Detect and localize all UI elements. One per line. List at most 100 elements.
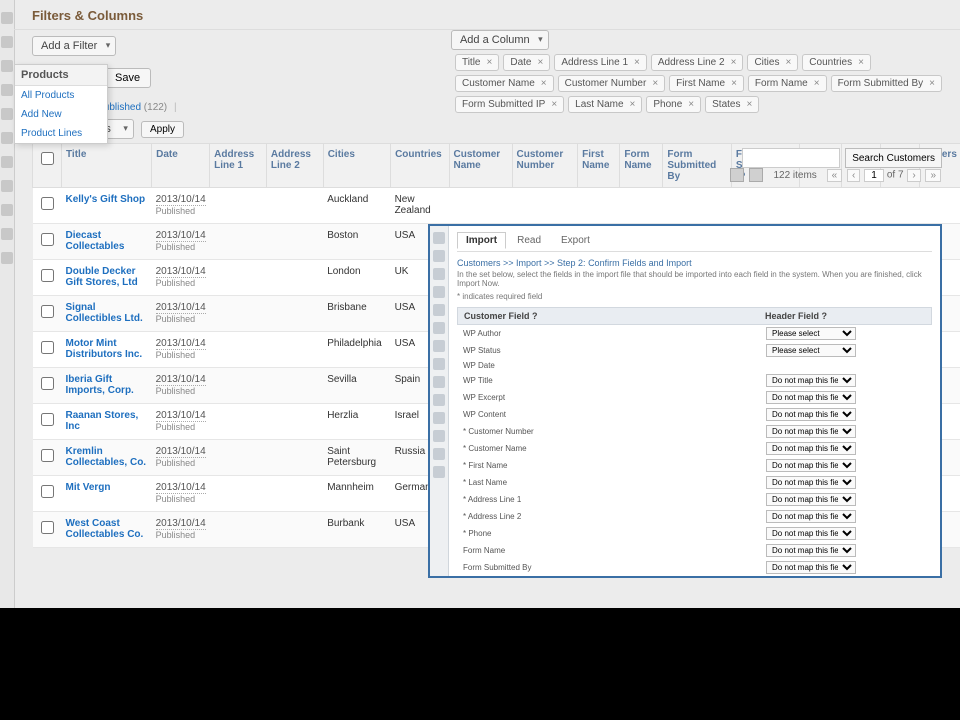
chip-remove-icon[interactable]: × — [487, 57, 493, 68]
field-map-select[interactable]: Do not map this field — [766, 561, 856, 574]
tool-icon[interactable] — [1, 180, 13, 192]
field-map-select[interactable]: Do not map this field — [766, 459, 856, 472]
row-checkbox[interactable] — [41, 197, 54, 210]
chip-remove-icon[interactable]: × — [688, 99, 694, 110]
dialog-tool-icon[interactable] — [433, 358, 445, 370]
dialog-tool-icon[interactable] — [433, 268, 445, 280]
pager-last[interactable]: » — [925, 169, 941, 182]
field-map-select[interactable]: Do not map this field — [766, 527, 856, 540]
pager-page-input[interactable] — [864, 169, 884, 182]
column-chip[interactable]: Phone× — [646, 96, 701, 113]
column-chip[interactable]: Cities× — [747, 54, 798, 71]
row-checkbox[interactable] — [41, 449, 54, 462]
chip-remove-icon[interactable]: × — [652, 78, 658, 89]
row-title-link[interactable]: West Coast Collectables Co. — [66, 518, 144, 540]
row-checkbox[interactable] — [41, 269, 54, 282]
tool-icon[interactable] — [1, 132, 13, 144]
chip-remove-icon[interactable]: × — [747, 99, 753, 110]
dialog-tool-icon[interactable] — [433, 232, 445, 244]
column-chip[interactable]: Form Submitted IP× — [455, 96, 564, 113]
chip-remove-icon[interactable]: × — [537, 57, 543, 68]
tool-icon[interactable] — [1, 204, 13, 216]
tool-icon[interactable] — [1, 108, 13, 120]
grid-view-icon[interactable] — [749, 168, 763, 182]
dialog-tool-icon[interactable] — [433, 304, 445, 316]
field-map-select[interactable]: Do not map this field — [766, 476, 856, 489]
row-title-link[interactable]: Motor Mint Distributors Inc. — [66, 338, 143, 360]
column-header[interactable]: Countries — [391, 144, 449, 188]
pager-prev[interactable]: ‹ — [847, 169, 860, 182]
row-checkbox[interactable] — [41, 521, 54, 534]
dialog-tab[interactable]: Read — [508, 232, 550, 249]
select-all-checkbox[interactable] — [41, 152, 54, 165]
column-header[interactable]: Cities — [323, 144, 390, 188]
column-chip[interactable]: Date× — [503, 54, 550, 71]
row-title-link[interactable]: Kremlin Collectables, Co. — [66, 446, 147, 468]
dialog-tool-icon[interactable] — [433, 430, 445, 442]
column-chip[interactable]: Last Name× — [568, 96, 642, 113]
tool-icon[interactable] — [1, 60, 13, 72]
dialog-tool-icon[interactable] — [433, 448, 445, 460]
dialog-tool-icon[interactable] — [433, 394, 445, 406]
row-title-link[interactable]: Signal Collectibles Ltd. — [66, 302, 143, 324]
column-chip[interactable]: Address Line 2× — [651, 54, 744, 71]
row-title-link[interactable]: Iberia Gift Imports, Corp. — [66, 374, 134, 396]
field-map-select[interactable]: Please select — [766, 344, 856, 357]
chip-remove-icon[interactable]: × — [630, 99, 636, 110]
column-header[interactable]: Address Line 2 — [266, 144, 323, 188]
flyout-item[interactable]: Add New — [15, 105, 107, 124]
chip-remove-icon[interactable]: × — [785, 57, 791, 68]
pager-first[interactable]: « — [827, 169, 843, 182]
chip-remove-icon[interactable]: × — [858, 57, 864, 68]
dialog-tab[interactable]: Import — [457, 232, 506, 249]
column-chip[interactable]: Address Line 1× — [554, 54, 647, 71]
apply-button[interactable]: Apply — [141, 121, 184, 138]
row-checkbox[interactable] — [41, 305, 54, 318]
dialog-tool-icon[interactable] — [433, 286, 445, 298]
field-map-select[interactable]: Do not map this field — [766, 442, 856, 455]
column-header[interactable]: Form Name — [620, 144, 663, 188]
search-input[interactable] — [742, 148, 840, 168]
chip-remove-icon[interactable]: × — [551, 99, 557, 110]
column-chip[interactable]: Customer Number× — [558, 75, 666, 92]
field-map-select[interactable]: Do not map this field — [766, 493, 856, 506]
column-header[interactable]: Customer Number — [512, 144, 578, 188]
row-title-link[interactable]: Mit Vergn — [66, 482, 111, 493]
tool-icon[interactable] — [1, 84, 13, 96]
column-chip[interactable]: Form Submitted By× — [831, 75, 942, 92]
field-map-select[interactable]: Do not map this field — [766, 374, 856, 387]
chip-remove-icon[interactable]: × — [731, 78, 737, 89]
column-chip[interactable]: Countries× — [802, 54, 871, 71]
row-checkbox[interactable] — [41, 485, 54, 498]
dialog-tool-icon[interactable] — [433, 466, 445, 478]
row-title-link[interactable]: Kelly's Gift Shop — [66, 194, 146, 205]
add-filter-button[interactable]: Add a Filter — [32, 36, 116, 56]
flyout-item[interactable]: All Products — [15, 86, 107, 105]
tool-icon[interactable] — [1, 228, 13, 240]
row-title-link[interactable]: Diecast Collectables — [66, 230, 125, 252]
chip-remove-icon[interactable]: × — [814, 78, 820, 89]
row-title-link[interactable]: Double Decker Gift Stores, Ltd — [66, 266, 138, 288]
field-map-select[interactable]: Do not map this field — [766, 425, 856, 438]
field-map-select[interactable]: Do not map this field — [766, 544, 856, 557]
field-map-select[interactable]: Please select — [766, 327, 856, 340]
column-header[interactable]: Title — [62, 144, 152, 188]
field-map-select[interactable]: Do not map this field — [766, 391, 856, 404]
add-column-button[interactable]: Add a Column — [451, 30, 549, 50]
column-chip[interactable]: Customer Name× — [455, 75, 554, 92]
dialog-tool-icon[interactable] — [433, 340, 445, 352]
list-view-icon[interactable] — [730, 168, 744, 182]
dialog-tab[interactable]: Export — [552, 232, 599, 249]
column-chip[interactable]: States× — [705, 96, 759, 113]
save-button[interactable]: Save — [104, 68, 151, 88]
column-header[interactable]: Date — [152, 144, 210, 188]
chip-remove-icon[interactable]: × — [634, 57, 640, 68]
dialog-tool-icon[interactable] — [433, 376, 445, 388]
dialog-tool-icon[interactable] — [433, 250, 445, 262]
row-checkbox[interactable] — [41, 377, 54, 390]
dialog-tool-icon[interactable] — [433, 412, 445, 424]
pager-next[interactable]: › — [907, 169, 920, 182]
field-map-select[interactable]: Do not map this field — [766, 408, 856, 421]
flyout-item[interactable]: Product Lines — [15, 124, 107, 143]
tool-icon[interactable] — [1, 12, 13, 24]
